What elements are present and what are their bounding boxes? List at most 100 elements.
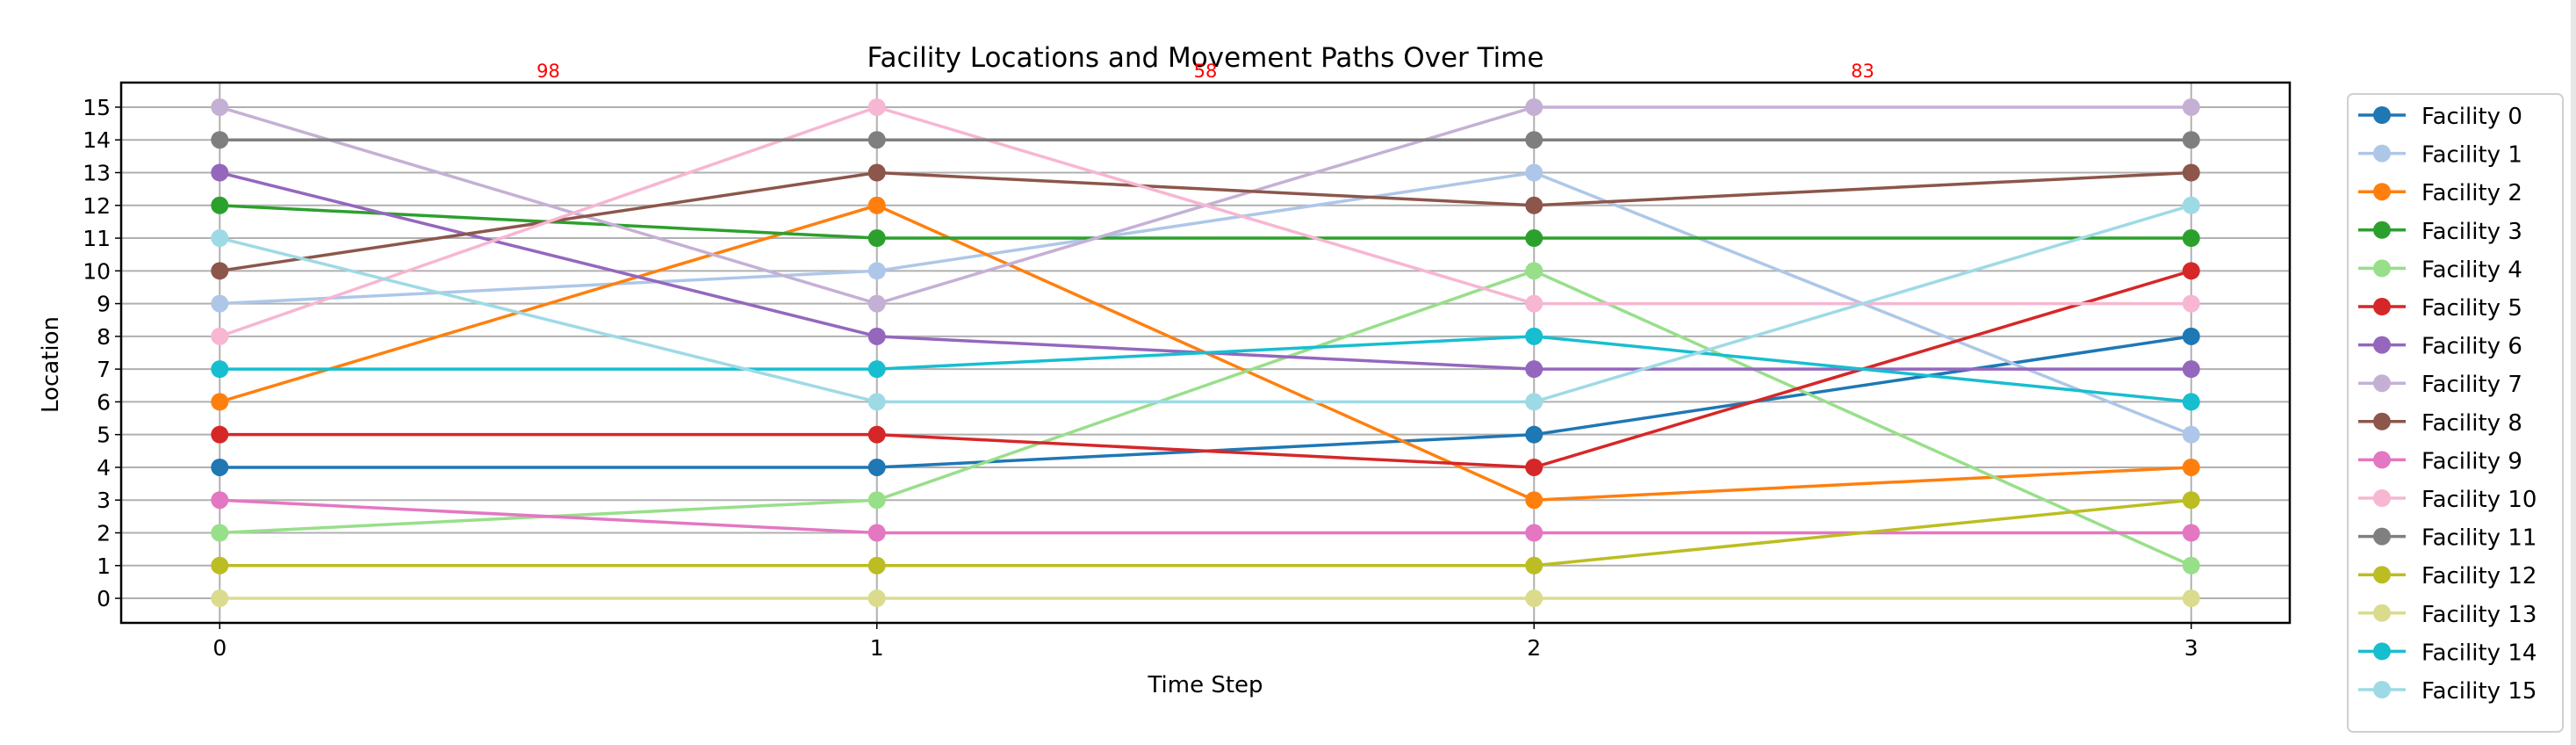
data-point — [2182, 360, 2200, 379]
data-point — [211, 524, 229, 542]
data-point — [1525, 589, 1543, 608]
data-point — [211, 491, 229, 510]
series-facility-11 — [211, 131, 2200, 149]
y-tick-label: 4 — [97, 455, 111, 481]
data-point — [2182, 458, 2200, 476]
legend-marker — [2373, 642, 2391, 661]
data-point — [211, 393, 229, 411]
data-point — [2182, 524, 2200, 542]
data-point — [2182, 163, 2200, 182]
data-point — [1525, 491, 1543, 510]
y-tick-label: 10 — [83, 258, 111, 284]
legend-marker — [2373, 489, 2391, 507]
data-point — [1525, 556, 1543, 575]
data-point — [867, 262, 886, 280]
legend-label: Facility 4 — [2421, 257, 2522, 283]
legend-label: Facility 2 — [2421, 180, 2522, 206]
data-point — [211, 229, 229, 248]
data-point — [1525, 294, 1543, 313]
data-point — [867, 98, 886, 116]
legend-label: Facility 11 — [2421, 525, 2536, 552]
legend-marker — [2373, 451, 2391, 469]
data-point — [2182, 589, 2200, 608]
data-point — [1525, 163, 1543, 182]
data-point — [211, 556, 229, 575]
legend-marker — [2373, 374, 2391, 393]
data-point — [211, 327, 229, 345]
data-point — [2182, 294, 2200, 313]
data-point — [211, 196, 229, 214]
y-axis-label: Location — [38, 316, 64, 413]
legend: Facility 0 Facility 1 Facility 2 Facility 3… — [2347, 93, 2564, 733]
y-tick-label: 15 — [83, 95, 111, 120]
data-point — [1525, 524, 1543, 542]
data-point — [867, 425, 886, 444]
data-point — [2182, 491, 2200, 510]
data-point — [2182, 262, 2200, 280]
data-point — [211, 360, 229, 379]
y-tick-label: 5 — [97, 423, 111, 448]
window-edge-scrollbar — [2571, 0, 2576, 745]
data-point — [867, 163, 886, 182]
y-tick-label: 2 — [97, 521, 111, 546]
y-tick-label: 12 — [83, 193, 111, 219]
data-point — [1525, 327, 1543, 345]
data-point — [2182, 556, 2200, 575]
y-tick-label: 6 — [97, 389, 111, 415]
legend-label: Facility 15 — [2421, 678, 2536, 705]
legend-marker — [2373, 527, 2391, 546]
data-point — [2182, 131, 2200, 149]
data-point — [867, 294, 886, 313]
legend-label: Facility 14 — [2421, 640, 2536, 666]
series-lines — [211, 98, 2200, 608]
legend-marker — [2373, 106, 2391, 124]
legend-label: Facility 13 — [2421, 602, 2536, 628]
data-point — [211, 425, 229, 444]
legend-label: Facility 5 — [2421, 295, 2522, 322]
legend-marker — [2373, 604, 2391, 622]
series-line — [219, 498, 2191, 535]
data-point — [867, 327, 886, 345]
y-tick-label: 8 — [97, 324, 111, 350]
y-tick-label: 14 — [83, 127, 111, 153]
annotations: 98 58 83 — [536, 61, 1874, 82]
x-axis-ticks: 0 1 2 3 — [212, 623, 2198, 661]
legend-label: Facility 6 — [2421, 334, 2522, 360]
y-tick-label: 1 — [97, 553, 111, 579]
x-tick-label: 2 — [1527, 635, 1541, 661]
y-axis-ticks: 0123456789101112131415 — [83, 95, 121, 611]
data-point — [867, 458, 886, 476]
data-point — [1525, 425, 1543, 444]
data-point — [1525, 196, 1543, 214]
data-point — [211, 589, 229, 608]
y-tick-label: 11 — [83, 226, 111, 251]
data-point — [1525, 98, 1543, 116]
data-point — [211, 262, 229, 280]
annotation-label: 83 — [1851, 61, 1874, 82]
data-point — [2182, 327, 2200, 345]
data-point — [2182, 196, 2200, 214]
legend-marker — [2373, 412, 2391, 430]
legend-marker — [2373, 566, 2391, 584]
data-point — [867, 196, 886, 214]
x-tick-label: 1 — [870, 635, 884, 661]
legend-label: Facility 0 — [2421, 104, 2522, 130]
legend-marker — [2373, 681, 2391, 698]
data-point — [867, 131, 886, 149]
data-point — [867, 556, 886, 575]
data-point — [211, 294, 229, 313]
data-point — [867, 229, 886, 248]
data-point — [867, 524, 886, 542]
y-tick-label: 7 — [97, 357, 111, 382]
y-tick-label: 3 — [97, 488, 111, 513]
facility-line-chart: Facility Locations and Movement Paths Ov… — [38, 42, 2564, 733]
annotation-label: 98 — [536, 61, 560, 82]
y-tick-label: 9 — [97, 292, 111, 317]
legend-marker — [2373, 183, 2391, 201]
data-point — [1525, 229, 1543, 248]
data-point — [1525, 393, 1543, 411]
data-point — [1525, 131, 1543, 149]
data-point — [211, 458, 229, 476]
data-point — [867, 393, 886, 411]
x-axis-label: Time Step — [1147, 672, 1263, 698]
